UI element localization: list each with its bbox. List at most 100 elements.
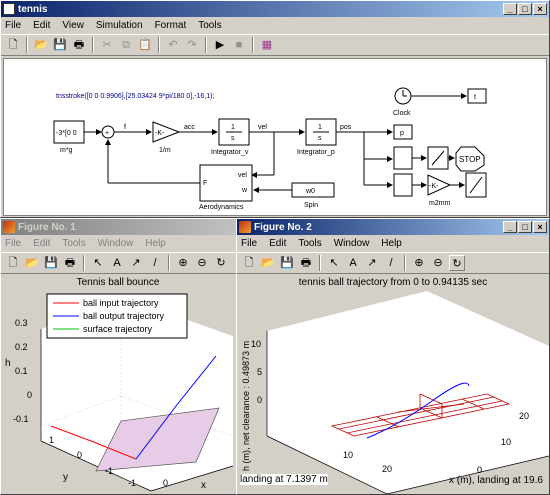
- play-icon[interactable]: ▶: [212, 37, 228, 53]
- svg-text:surface trajectory: surface trajectory: [83, 324, 153, 334]
- stop-icon[interactable]: ■: [231, 37, 247, 53]
- f1-menu-edit[interactable]: Edit: [33, 238, 50, 249]
- minimize-button[interactable]: _: [503, 3, 517, 15]
- f2-menu-window[interactable]: Window: [334, 238, 370, 249]
- init-command[interactable]: tnsstroke([0 0 0.9906],[25.03424 9*pi/18…: [56, 93, 214, 100]
- print-icon[interactable]: 🖶: [62, 255, 78, 271]
- insert-text-icon[interactable]: A: [109, 255, 125, 271]
- svg-text:1: 1: [231, 124, 235, 131]
- svg-text:Aerodynamics: Aerodynamics: [199, 204, 244, 211]
- menu-edit[interactable]: Edit: [33, 20, 50, 31]
- rotate-icon[interactable]: ↻: [213, 255, 229, 271]
- open-folder-icon[interactable]: 📂: [24, 255, 40, 271]
- f1-menu-window[interactable]: Window: [98, 238, 134, 249]
- svg-text:0.3: 0.3: [15, 318, 28, 328]
- simulink-menubar: File Edit View Simulation Format Tools: [1, 17, 549, 34]
- maximize-button[interactable]: □: [518, 221, 532, 233]
- selector-1-block[interactable]: [393, 146, 413, 170]
- figure-1-titlebar[interactable]: Figure No. 1: [1, 219, 236, 235]
- svg-text:1: 1: [318, 124, 322, 131]
- block-diagram: tnsstroke([0 0 0.9906],[25.03424 9*pi/18…: [53, 87, 487, 211]
- svg-text:Clock: Clock: [393, 110, 411, 117]
- simulink-titlebar[interactable]: tennis _ □ ×: [1, 1, 549, 17]
- rotate-icon[interactable]: ↻: [449, 255, 465, 271]
- selector-2-block[interactable]: [393, 173, 413, 197]
- t-outport[interactable]: [467, 88, 487, 104]
- menu-tools[interactable]: Tools: [198, 20, 221, 31]
- f2-menu-file[interactable]: File: [241, 238, 257, 249]
- library-browser-icon[interactable]: ▦: [259, 37, 275, 53]
- simulink-toolbar: 🗋 📂 💾 🖶 ✂ ⧉ 📋 ↶ ↷ ▶ ■ ▦: [1, 34, 549, 56]
- insert-text-icon[interactable]: A: [345, 255, 361, 271]
- menu-simulation[interactable]: Simulation: [96, 20, 143, 31]
- svg-text:+: +: [105, 130, 109, 137]
- f1-menu-tools[interactable]: Tools: [62, 238, 85, 249]
- svg-text:f: f: [124, 124, 126, 131]
- zoom-in-icon[interactable]: ⊕: [411, 255, 427, 271]
- svg-text:5: 5: [257, 367, 262, 377]
- svg-text:10: 10: [343, 450, 353, 460]
- svg-text:ball input trajectory: ball input trajectory: [83, 298, 159, 308]
- open-folder-icon[interactable]: 📂: [33, 37, 49, 53]
- new-icon[interactable]: 🗋: [5, 255, 21, 271]
- zoom-out-icon[interactable]: ⊖: [194, 255, 210, 271]
- insert-line-icon[interactable]: /: [147, 255, 163, 271]
- fig1-ylabel2: y: [63, 472, 68, 483]
- matlab-icon: [3, 221, 15, 233]
- f1-menu-help[interactable]: Help: [145, 238, 166, 249]
- maximize-button[interactable]: □: [518, 3, 532, 15]
- svg-text:vel: vel: [238, 172, 247, 179]
- undo-icon[interactable]: ↶: [165, 37, 181, 53]
- figure-2-window: Figure No. 2 _ □ × File Edit Tools Windo…: [236, 218, 550, 495]
- simulink-title: tennis: [18, 3, 48, 15]
- f2-menu-tools[interactable]: Tools: [298, 238, 321, 249]
- insert-arrow-icon[interactable]: ↗: [364, 255, 380, 271]
- cut-icon[interactable]: ✂: [99, 37, 115, 53]
- svg-text:F: F: [203, 180, 207, 187]
- simulink-window: tennis _ □ × File Edit View Simulation F…: [0, 0, 550, 218]
- save-icon[interactable]: 💾: [43, 255, 59, 271]
- menu-file[interactable]: File: [5, 20, 21, 31]
- insert-line-icon[interactable]: /: [383, 255, 399, 271]
- svg-text:0.1: 0.1: [15, 366, 28, 376]
- menu-format[interactable]: Format: [155, 20, 187, 31]
- figure-2-titlebar[interactable]: Figure No. 2 _ □ ×: [237, 219, 549, 235]
- select-arrow-icon[interactable]: ↖: [90, 255, 106, 271]
- f1-menu-file[interactable]: File: [5, 238, 21, 249]
- save-icon[interactable]: 💾: [279, 255, 295, 271]
- fig1-plot: Tennis ball bounce 0.3 0.2 0.1 0 -0.1 h …: [5, 277, 234, 492]
- svg-text:0: 0: [27, 390, 32, 400]
- insert-arrow-icon[interactable]: ↗: [128, 255, 144, 271]
- figure-1-title: Figure No. 1: [18, 221, 76, 233]
- figure-1-toolbar: 🗋 📂 💾 🖶 ↖ A ↗ / ⊕ ⊖ ↻: [1, 252, 236, 274]
- svg-text:m2mm: m2mm: [429, 200, 451, 207]
- figure-1-axes-area: Tennis ball bounce 0.3 0.2 0.1 0 -0.1 h …: [1, 276, 236, 494]
- f2-menu-help[interactable]: Help: [381, 238, 402, 249]
- new-icon[interactable]: 🗋: [5, 37, 21, 53]
- paste-icon[interactable]: 📋: [137, 37, 153, 53]
- fig1-ylabel: h: [5, 358, 11, 369]
- print-icon[interactable]: 🖶: [71, 37, 87, 53]
- menu-view[interactable]: View: [62, 20, 84, 31]
- svg-text:0.2: 0.2: [15, 342, 28, 352]
- redo-icon[interactable]: ↷: [184, 37, 200, 53]
- figure-2-title: Figure No. 2: [254, 221, 312, 233]
- aerodynamics-block[interactable]: [199, 164, 253, 202]
- f2-menu-edit[interactable]: Edit: [269, 238, 286, 249]
- copy-icon[interactable]: ⧉: [118, 37, 134, 53]
- svg-text:Spin: Spin: [304, 202, 318, 209]
- close-button[interactable]: ×: [533, 3, 547, 15]
- save-icon[interactable]: 💾: [52, 37, 68, 53]
- svg-text:STOP: STOP: [459, 155, 481, 164]
- zoom-in-icon[interactable]: ⊕: [175, 255, 191, 271]
- new-icon[interactable]: 🗋: [241, 255, 257, 271]
- minimize-button[interactable]: _: [503, 221, 517, 233]
- zoom-out-icon[interactable]: ⊖: [430, 255, 446, 271]
- svg-text:-0.1: -0.1: [13, 414, 29, 424]
- matlab-icon: [239, 221, 251, 233]
- print-icon[interactable]: 🖶: [298, 255, 314, 271]
- open-folder-icon[interactable]: 📂: [260, 255, 276, 271]
- select-arrow-icon[interactable]: ↖: [326, 255, 342, 271]
- close-button[interactable]: ×: [533, 221, 547, 233]
- svg-text:-1: -1: [128, 478, 136, 488]
